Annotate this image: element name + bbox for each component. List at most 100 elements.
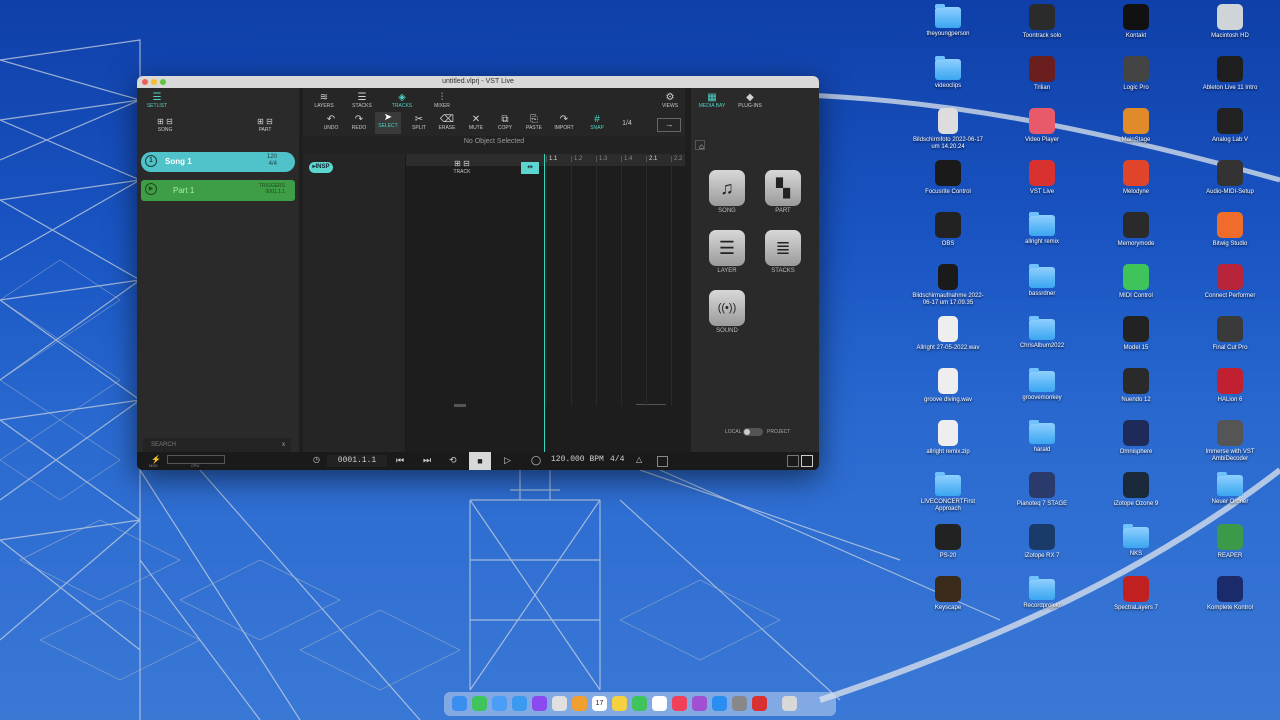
- desktop-icon-ps-20[interactable]: PS-20: [909, 524, 987, 560]
- snap-toggle[interactable]: # SNAP: [587, 114, 607, 131]
- tab-plug-ins[interactable]: ◆ PLUG-INS: [733, 92, 767, 109]
- desktop-icon-neuer-ordner[interactable]: Neuer Ordner: [1191, 472, 1269, 506]
- mute-tool[interactable]: ✕ MUTE: [466, 114, 486, 131]
- song-row[interactable]: 1 Song 1 120 4/4: [141, 152, 295, 172]
- desktop-icon-vst-live[interactable]: VST Live: [1003, 160, 1081, 196]
- views-button[interactable]: ⚙ VIEWS: [657, 92, 683, 109]
- desktop-icon-analog-lab-v[interactable]: Analog Lab V: [1191, 108, 1269, 144]
- desktop-icon-midi-control[interactable]: MIDI Control: [1097, 264, 1175, 300]
- arrow-right-icon[interactable]: →: [657, 118, 681, 132]
- desktop-icon-video-player[interactable]: Video Player: [1003, 108, 1081, 144]
- previous-icon[interactable]: ⏮: [396, 455, 404, 466]
- desktop-icon-izotope-rx-7[interactable]: iZotope RX 7: [1003, 524, 1081, 560]
- redo-button[interactable]: ↷ REDO: [349, 114, 369, 131]
- add-remove-song-icons[interactable]: ⊞ ⊟: [153, 116, 177, 127]
- desktop-icon-allright-27-05-2022-wav[interactable]: Allright 27-05-2022.wav: [909, 316, 987, 352]
- desktop-icon-audio-midi-setup[interactable]: Audio-MIDI-Setup: [1191, 160, 1269, 196]
- inspector-toggle[interactable]: ▸INSP: [309, 162, 333, 173]
- desktop-icon-bildschirmfoto-2022-06-17-um-14-20-24[interactable]: Bildschirmfoto 2022-06-17 um 14.20.24: [909, 108, 987, 151]
- part-row[interactable]: ▶ Part 1 TRIGGERS 0001.1.1: [141, 180, 295, 201]
- dock-photos-icon[interactable]: [572, 696, 587, 711]
- desktop-icon-memorymode[interactable]: Memorymode: [1097, 212, 1175, 248]
- desktop-icon-recordprojekt[interactable]: Recordprojekt: [1003, 576, 1081, 610]
- dock-trash-icon[interactable]: [782, 696, 797, 711]
- dock-finder-icon[interactable]: [452, 696, 467, 711]
- desktop-icon-groovemonkey[interactable]: groovemonkey: [1003, 368, 1081, 402]
- setlist-tab[interactable]: ☰ SETLIST: [145, 92, 169, 109]
- zoom-window-button[interactable]: [160, 79, 166, 85]
- desktop-icon-keyscape[interactable]: Keyscape: [909, 576, 987, 612]
- sound-tile[interactable]: ((•)): [709, 290, 745, 326]
- dock-safari-icon[interactable]: [512, 696, 527, 711]
- copy-button[interactable]: ⧉ COPY: [495, 114, 515, 131]
- desktop-icon-focusrite-control[interactable]: Focusrite Control: [909, 160, 987, 196]
- desktop-icon-spectralayers-7[interactable]: SpectraLayers 7: [1097, 576, 1175, 612]
- close-window-button[interactable]: [142, 79, 148, 85]
- desktop-icon-pianoteq-7-stage[interactable]: Pianoteq 7 STAGE: [1003, 472, 1081, 508]
- desktop-icon-final-cut-pro[interactable]: Final Cut Pro: [1191, 316, 1269, 352]
- desktop-icon-komplete-kontrol[interactable]: Komplete Kontrol: [1191, 576, 1269, 612]
- next-icon[interactable]: ⏭: [423, 455, 431, 466]
- song-tile[interactable]: ♫: [709, 170, 745, 206]
- playhead[interactable]: [544, 154, 545, 452]
- dock-notes-icon[interactable]: [612, 696, 627, 711]
- stop-button[interactable]: ■: [469, 452, 491, 470]
- tab-stacks[interactable]: ☰ STACKS: [349, 92, 375, 109]
- tempo-display[interactable]: 120.000 BPM: [551, 455, 604, 464]
- desktop-icon-immerse-with-vst-ambidecoder[interactable]: Immerse with VST AmbiDecoder: [1191, 420, 1269, 463]
- desktop-icon-macintosh-hd[interactable]: Macintosh HD: [1191, 4, 1269, 40]
- desktop-icon-halion-6[interactable]: HALion 6: [1191, 368, 1269, 404]
- desktop-icon-logic-pro[interactable]: Logic Pro: [1097, 56, 1175, 92]
- metronome-checkbox[interactable]: [657, 456, 668, 467]
- position-display[interactable]: 0001.1.1: [327, 455, 387, 467]
- dock-settings-icon[interactable]: [732, 696, 747, 711]
- desktop-icon-reaper[interactable]: REAPER: [1191, 524, 1269, 560]
- quantize-select[interactable]: 1/4: [617, 120, 637, 127]
- dock-calendar-icon[interactable]: 17: [592, 696, 607, 711]
- desktop-icon-liveconcertfirst-approach[interactable]: LIVECONCERTFirst Approach: [909, 472, 987, 513]
- play-part-icon[interactable]: ▶: [145, 183, 157, 195]
- tab-layers[interactable]: ≋ LAYERS: [311, 92, 337, 109]
- desktop-icon-connect-performer[interactable]: Connect Performer: [1191, 264, 1269, 300]
- select-tool[interactable]: ➤ SELECT: [375, 112, 401, 134]
- desktop-icon-nuendo-12[interactable]: Nuendo 12: [1097, 368, 1175, 404]
- desktop-icon-ableton-live-11-intro[interactable]: Ableton Live 11 Intro: [1191, 56, 1269, 92]
- desktop-icon-theyoungperson[interactable]: theyoungperson: [909, 4, 987, 38]
- dock-messenger-icon[interactable]: [532, 696, 547, 711]
- desktop-icon-kontakt[interactable]: Kontakt: [1097, 4, 1175, 40]
- loop-icon[interactable]: ⟲: [449, 455, 457, 466]
- erase-tool[interactable]: ⌫ ERASE: [437, 114, 457, 131]
- dock-vst-live-icon[interactable]: [752, 696, 767, 711]
- desktop-icon-bitwig-studio[interactable]: Bitwig Studio: [1191, 212, 1269, 248]
- desktop-icon-chrisalbum2022[interactable]: ChrisAlbum2022: [1003, 316, 1081, 350]
- desktop-icon-groove-diving-wav[interactable]: groove diving.wav: [909, 368, 987, 404]
- dock-chrome-icon[interactable]: [552, 696, 567, 711]
- desktop-icon-allright-remix[interactable]: allright remix: [1003, 212, 1081, 246]
- desktop-icon-bildschirmaufnahme-2022-06-17-um-17-09-35[interactable]: Bildschirmaufnahme 2022-06-17 um 17.09.3…: [909, 264, 987, 307]
- tab-tracks[interactable]: ◈ TRACKS: [389, 92, 415, 109]
- desktop-icon-harald[interactable]: harald: [1003, 420, 1081, 454]
- paste-button[interactable]: ⎘ PASTE: [524, 114, 544, 131]
- desktop-icon-obs[interactable]: OBS: [909, 212, 987, 248]
- add-remove-part-icons[interactable]: ⊞ ⊟: [253, 116, 277, 127]
- zoom-slider[interactable]: [636, 404, 666, 405]
- track-lanes[interactable]: 1.1 1.2 1.3 1.4 2.1 2.2: [406, 154, 685, 452]
- desktop-icon-toontrack-solo[interactable]: Toontrack solo: [1003, 4, 1081, 40]
- tab-mixer[interactable]: ⫶ MIXER: [429, 92, 455, 109]
- part-tile[interactable]: ▚: [765, 170, 801, 206]
- play-button[interactable]: ▷: [504, 455, 511, 466]
- signature-display[interactable]: 4/4: [610, 455, 624, 464]
- desktop-icon-mainstage[interactable]: MainStage: [1097, 108, 1175, 144]
- window-titlebar[interactable]: untitled.vlprj - VST Live: [137, 76, 819, 88]
- desktop-icon-videoclips[interactable]: videoclips: [909, 56, 987, 90]
- dock-messages-icon[interactable]: [472, 696, 487, 711]
- add-remove-track-icons[interactable]: ⊞ ⊟: [447, 158, 477, 169]
- undo-button[interactable]: ↶ UNDO: [321, 114, 341, 131]
- dock-mail-icon[interactable]: [492, 696, 507, 711]
- desktop-icon-bassrdner[interactable]: bassrdner: [1003, 264, 1081, 298]
- search-input[interactable]: SEARCH x: [143, 438, 291, 452]
- record-button[interactable]: ◯: [531, 455, 541, 466]
- desktop-icon-trilian[interactable]: Trilian: [1003, 56, 1081, 92]
- dock-podcasts-icon[interactable]: [692, 696, 707, 711]
- split-tool[interactable]: ✂ SPLIT: [409, 114, 429, 131]
